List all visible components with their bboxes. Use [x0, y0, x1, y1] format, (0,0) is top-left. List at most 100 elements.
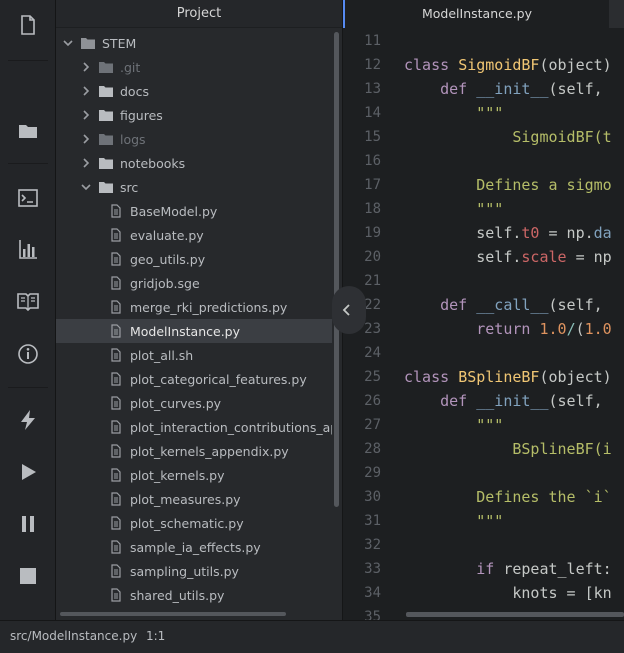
folder-item[interactable]: src [56, 175, 332, 199]
line-number: 31 [364, 513, 381, 529]
code-token: Defines a sigmo [404, 176, 612, 194]
code-line: self.t0 = np.da [404, 221, 611, 245]
line-number: 29 [364, 465, 381, 481]
line-number: 19 [364, 225, 381, 241]
tree-item-label: BaseModel.py [130, 203, 218, 219]
code-token: (object) [539, 56, 612, 74]
code-token: """ [404, 512, 504, 530]
file-item[interactable]: evaluate.py [56, 223, 332, 247]
file-item[interactable]: plot_interaction_contributions_appe [56, 415, 332, 439]
code-token: (self, [548, 296, 612, 314]
info-icon[interactable] [0, 336, 56, 372]
tree-item-label: plot_curves.py [130, 395, 222, 411]
code-token: SigmoidBF(t [404, 128, 612, 146]
activity-bar [0, 0, 56, 620]
project-panel: Project STEM .git docs figures logs notebooks… [56, 0, 342, 620]
folder-item[interactable]: figures [56, 103, 332, 127]
tree-vertical-scrollbar[interactable] [334, 32, 339, 507]
code-token: __init__ [476, 80, 549, 98]
code-token: self. [404, 248, 522, 266]
code-line: return 1.0/(1.0 [404, 317, 611, 341]
code-line: knots = [kn [404, 581, 612, 605]
file-item[interactable]: sample_ia_effects.py [56, 535, 332, 559]
tree-item-label: gridjob.sge [130, 275, 200, 291]
tree-item-label: ModelInstance.py [130, 323, 241, 339]
tree-item-label: src [120, 179, 139, 195]
file-icon[interactable] [0, 7, 56, 43]
status-cursor-position[interactable]: 1:1 [146, 629, 165, 643]
file-tree: STEM .git docs figures logs notebooks src BaseM… [56, 28, 342, 620]
book-icon[interactable] [0, 283, 56, 319]
code-token: """ [404, 416, 504, 434]
pause-icon[interactable] [0, 506, 56, 542]
tree-item-label: figures [120, 107, 163, 123]
line-number: 16 [364, 153, 381, 169]
file-item[interactable]: plot_kernels.py [56, 463, 332, 487]
code-line: if repeat_left: [404, 557, 611, 581]
tree-horizontal-scrollbar[interactable] [60, 612, 286, 616]
project-panel-title: Project [56, 0, 342, 28]
file-item[interactable]: plot_schematic.py [56, 511, 332, 535]
tree-item-label: sampling_utils.py [130, 563, 239, 579]
file-item[interactable]: plot_measures.py [56, 487, 332, 511]
tree-root-stem[interactable]: STEM [56, 31, 332, 55]
chevron-left-icon [342, 304, 350, 316]
file-item[interactable]: plot_categorical_features.py [56, 367, 332, 391]
status-file-path[interactable]: src/ModelInstance.py [10, 629, 137, 643]
folder-icon[interactable] [0, 112, 56, 148]
editor-horizontal-scrollbar[interactable] [406, 612, 624, 617]
code-token: = np. [539, 224, 594, 242]
tree-item-label: STEM [102, 35, 137, 51]
tree-item-label: notebooks [120, 155, 186, 171]
tree-item-label: geo_utils.py [130, 251, 206, 267]
code-area[interactable]: class SigmoidBF(object) def __init__(sel… [404, 28, 624, 620]
collapse-panel-button[interactable] [332, 286, 366, 334]
code-token: (object) [539, 368, 612, 386]
tree-item-label: plot_interaction_contributions_appe [130, 419, 332, 435]
line-number: 15 [364, 129, 381, 145]
tree-item-label: .git [120, 59, 141, 75]
folder-item[interactable]: .git [56, 55, 332, 79]
file-item[interactable]: gridjob.sge [56, 271, 332, 295]
code-token: class [404, 368, 459, 386]
tab-modelinstance[interactable]: ModelInstance.py [343, 0, 609, 28]
stop-icon[interactable] [0, 558, 56, 594]
line-number: 12 [364, 57, 381, 73]
tab-overflow[interactable] [609, 0, 624, 28]
bar-chart-icon[interactable] [0, 231, 56, 267]
folder-item[interactable]: logs [56, 127, 332, 151]
file-item[interactable]: shared_utils.py [56, 583, 332, 607]
code-token: t0 [521, 224, 540, 242]
line-number: 11 [364, 33, 381, 49]
line-number: 30 [364, 489, 381, 505]
lightning-icon[interactable] [0, 402, 56, 438]
line-number: 24 [364, 345, 381, 361]
code-token: if [476, 560, 504, 578]
file-item[interactable]: plot_kernels_appendix.py [56, 439, 332, 463]
file-item[interactable]: plot_curves.py [56, 391, 332, 415]
line-number: 35 [364, 609, 381, 620]
file-item[interactable]: ModelInstance.py [56, 319, 332, 343]
code-token: knots = [kn [404, 584, 612, 602]
tree-item-label: plot_all.sh [130, 347, 194, 363]
folder-item[interactable]: notebooks [56, 151, 332, 175]
file-item[interactable]: merge_rki_predictions.py [56, 295, 332, 319]
file-item[interactable]: geo_utils.py [56, 247, 332, 271]
code-token: = np [566, 248, 612, 266]
code-token: """ [404, 200, 504, 218]
code-token: scale [521, 248, 567, 266]
folder-item[interactable]: docs [56, 79, 332, 103]
file-item[interactable]: sampling_utils.py [56, 559, 332, 583]
tree-item-label: shared_utils.py [130, 587, 225, 603]
terminal-icon[interactable] [0, 180, 56, 216]
code-line: self.scale = np [404, 245, 612, 269]
play-icon[interactable] [0, 454, 56, 490]
file-item[interactable]: BaseModel.py [56, 199, 332, 223]
tree-item-label: evaluate.py [130, 227, 204, 243]
code-line: def __call__(self, [404, 293, 612, 317]
code-token: (self, [548, 80, 612, 98]
file-item[interactable]: plot_all.sh [56, 343, 332, 367]
tree-item-label: plot_schematic.py [130, 515, 244, 531]
